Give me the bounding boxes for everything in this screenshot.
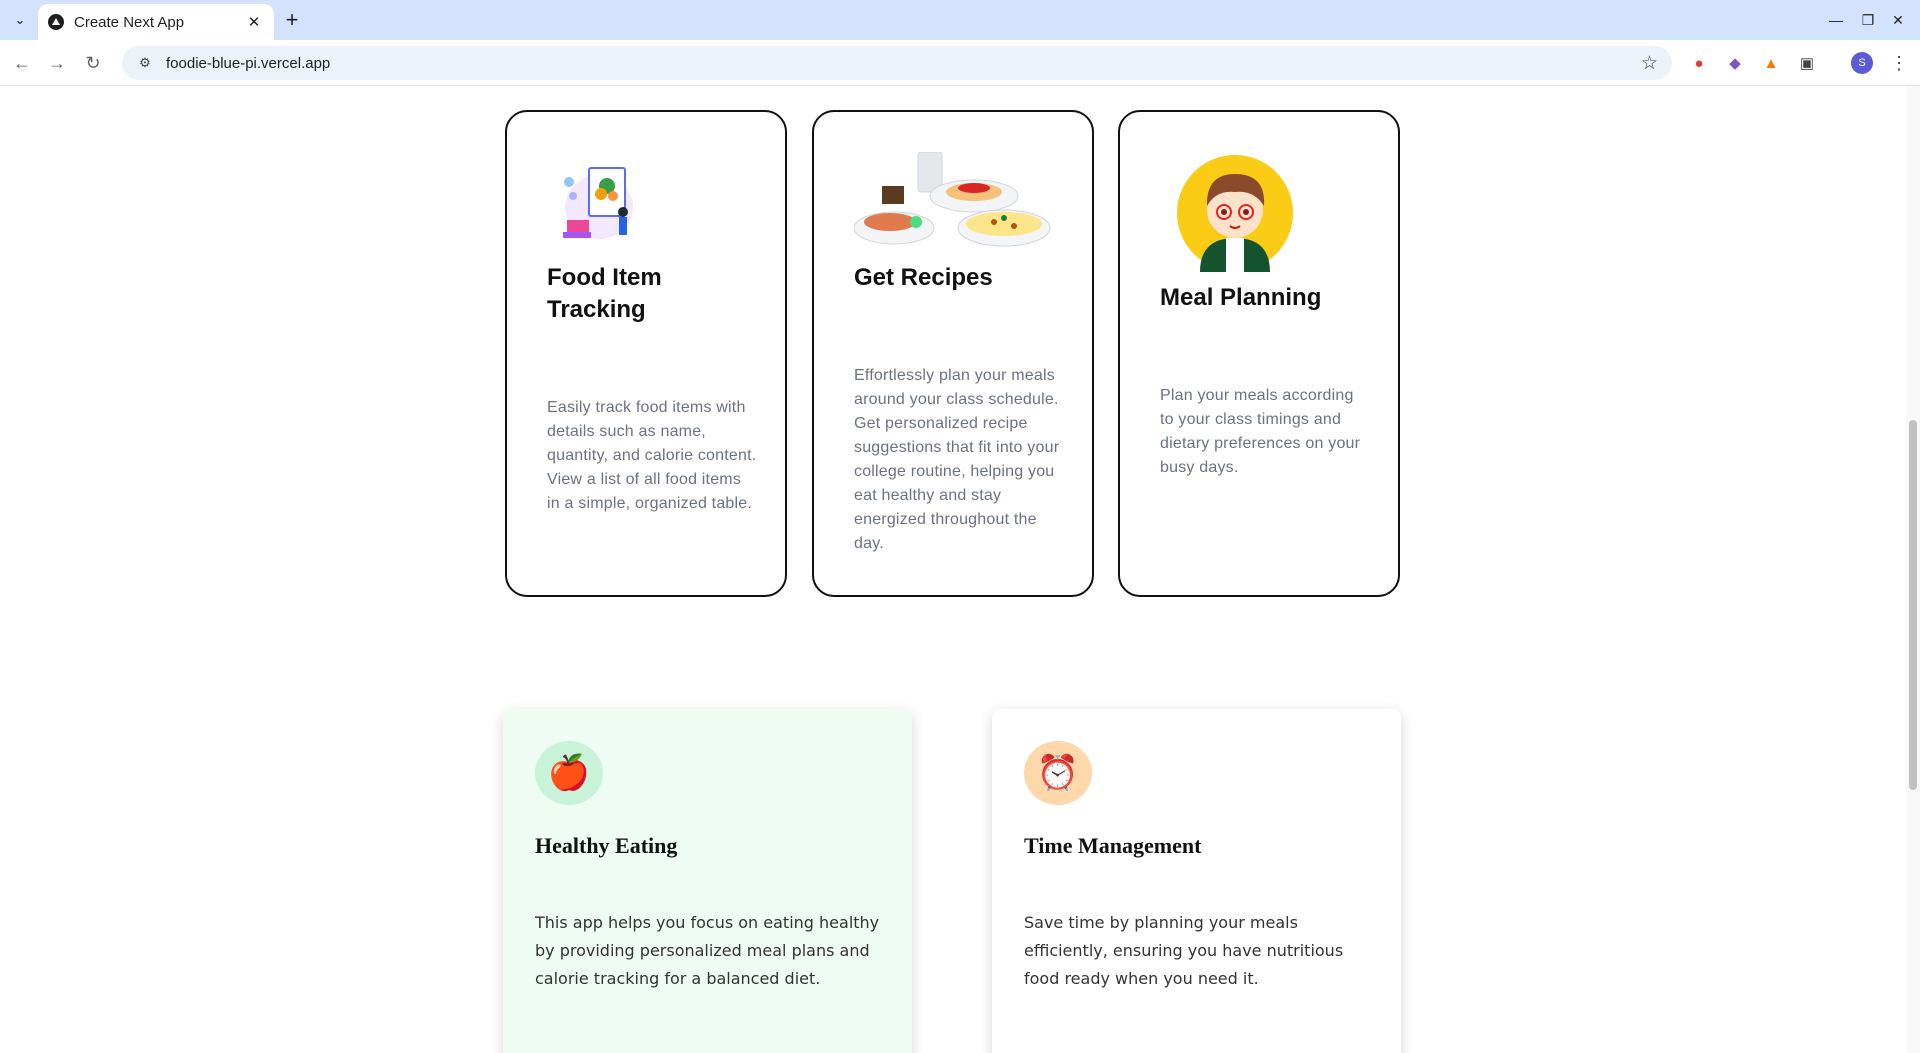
bookmark-star-icon[interactable]: ☆: [1641, 52, 1658, 75]
page-scrollbar[interactable]: [1906, 86, 1920, 1053]
active-tab[interactable]: Create Next App ✕: [38, 4, 274, 40]
apple-emoji: 🍎: [547, 754, 591, 792]
benefit-card-healthy-eating: 🍎 Healthy Eating This app helps you focu…: [503, 709, 912, 1053]
close-window-icon[interactable]: ✕: [1886, 8, 1910, 32]
extension-purple-icon[interactable]: ◆: [1724, 52, 1746, 74]
feature-title: Meal Planning: [1160, 284, 1322, 311]
feature-description: Plan your meals according to your class …: [1160, 387, 1361, 476]
profile-avatar[interactable]: S: [1851, 52, 1873, 74]
feature-card-food-tracking: Food Item Tracking Easily track food ite…: [505, 110, 787, 597]
address-bar[interactable]: ⚙ foodie-blue-pi.vercel.app ☆: [122, 46, 1672, 80]
extensions-puzzle-icon[interactable]: ▣: [1796, 52, 1818, 74]
benefit-title: Time Management: [1024, 833, 1202, 858]
benefit-title: Healthy Eating: [535, 833, 678, 858]
nextjs-favicon-icon: [48, 14, 64, 30]
close-tab-icon[interactable]: ✕: [244, 12, 264, 32]
browser-toolbar: ← → ↻ ⚙ foodie-blue-pi.vercel.app ☆ ● ◆ …: [0, 40, 1920, 86]
benefit-description: This app helps you focus on eating healt…: [535, 913, 880, 988]
tab-title: Create Next App: [74, 13, 185, 31]
forward-icon[interactable]: →: [44, 50, 70, 76]
site-info-icon[interactable]: ⚙: [136, 54, 154, 72]
tab-strip: ⌄ Create Next App ✕ + — ❐ ✕: [0, 0, 1920, 40]
page-viewport: Food Item Tracking Easily track food ite…: [0, 86, 1906, 1053]
reload-icon[interactable]: ↻: [80, 50, 106, 76]
chef-character-illustration-icon: [1177, 155, 1293, 272]
feature-title: Food Item Tracking: [547, 264, 662, 323]
feature-card-recipes: Get Recipes Effortlessly plan your meals…: [812, 110, 1094, 597]
new-tab-button[interactable]: +: [280, 7, 304, 32]
feature-description: Easily track food items with details suc…: [547, 399, 757, 512]
feature-title: Get Recipes: [854, 264, 993, 291]
browser-menu-icon[interactable]: ⋮: [1888, 52, 1910, 74]
minimize-icon[interactable]: —: [1824, 8, 1848, 32]
recipes-plates-illustration-icon: [854, 152, 1051, 247]
feature-description: Effortlessly plan your meals around your…: [854, 367, 1060, 552]
feature-card-meal-planning: Meal Planning Plan your meals according …: [1118, 110, 1400, 597]
tab-search-button[interactable]: ⌄: [8, 8, 32, 32]
url-text[interactable]: foodie-blue-pi.vercel.app: [166, 55, 330, 72]
metamask-fox-icon[interactable]: ▲: [1760, 52, 1782, 74]
apple-icon: 🍎: [535, 741, 603, 805]
alarm-clock-icon: ⏰: [1024, 741, 1092, 805]
scrollbar-thumb[interactable]: [1909, 420, 1917, 790]
back-icon[interactable]: ←: [9, 50, 35, 76]
benefit-description: Save time by planning your meals efficie…: [1024, 913, 1344, 988]
alarm-clock-emoji: ⏰: [1036, 754, 1080, 792]
restore-icon[interactable]: ❐: [1856, 8, 1880, 32]
extension-red-icon[interactable]: ●: [1688, 52, 1710, 74]
food-tracking-illustration-icon: [563, 167, 633, 239]
benefit-card-time-management: ⏰ Time Management Save time by planning …: [992, 709, 1401, 1053]
